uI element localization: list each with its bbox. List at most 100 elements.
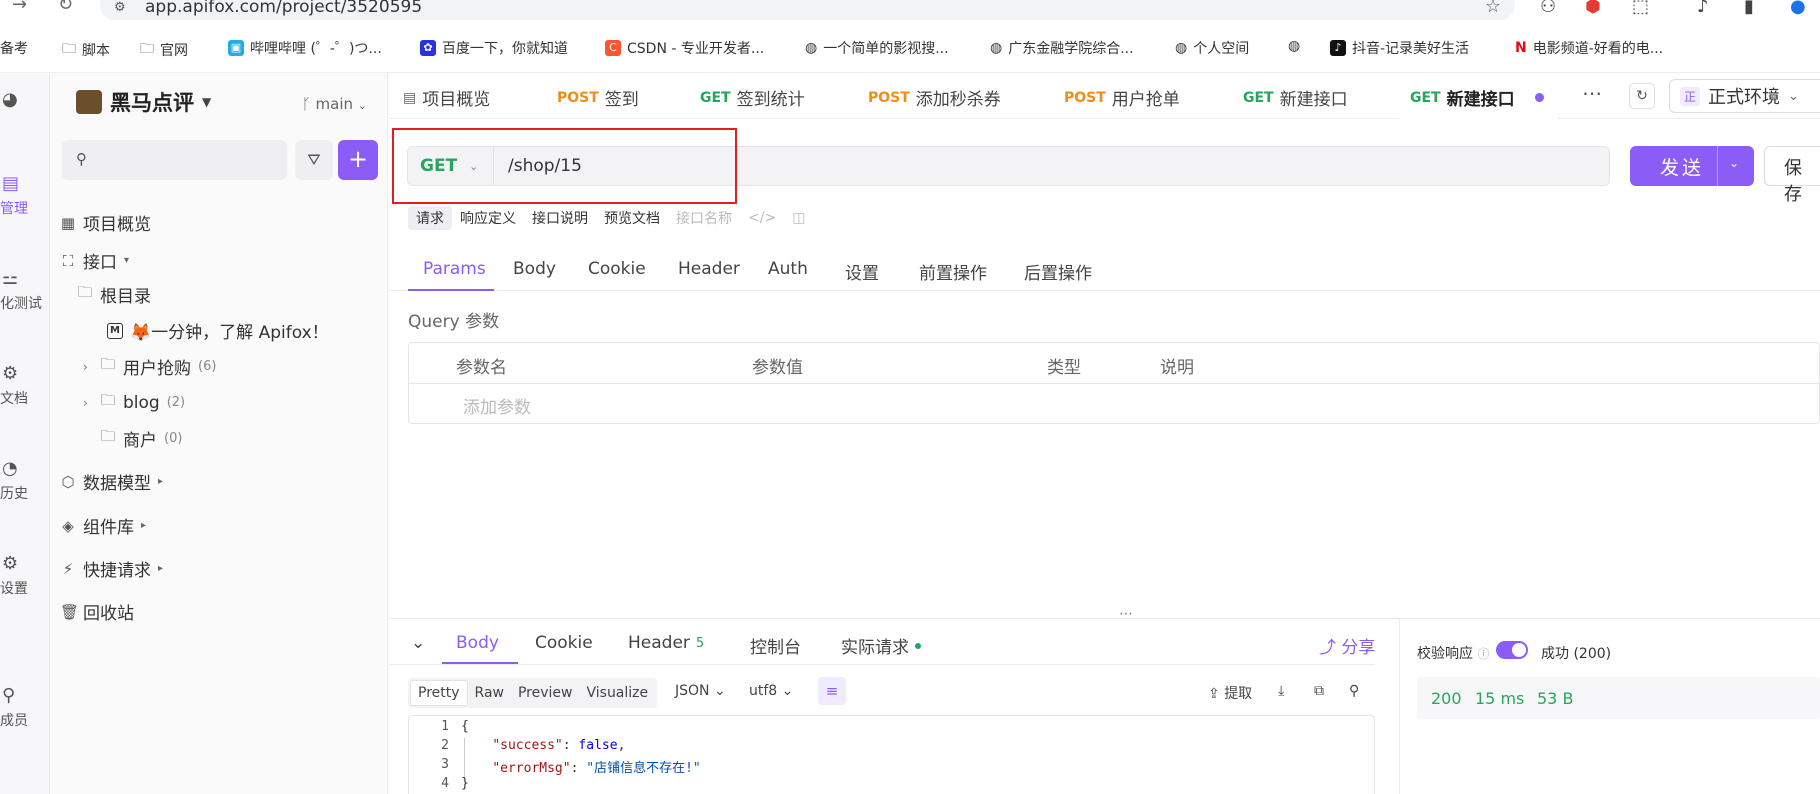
add-button[interactable]: + xyxy=(338,140,378,180)
resp-tab-body[interactable]: Body xyxy=(456,633,499,653)
bookmark-star-icon[interactable]: ☆ xyxy=(1485,0,1501,17)
tab-body[interactable]: Body xyxy=(513,259,556,279)
bookmark-item[interactable]: ◍ 个人空间 xyxy=(1175,38,1249,58)
tab-post-processors[interactable]: 后置操作 xyxy=(1024,259,1092,284)
bookmark-item[interactable]: C CSDN - 专业开发者... xyxy=(605,38,764,58)
reload-icon[interactable]: ↻ xyxy=(58,0,73,15)
site-info-icon[interactable]: ⚙ xyxy=(114,0,126,15)
tab-request[interactable]: POST 用户抢单 xyxy=(1064,85,1180,111)
help-icon[interactable]: ⓘ xyxy=(1477,647,1489,661)
encoding-select[interactable]: utf8 ⌄ xyxy=(749,683,793,699)
word-wrap-button[interactable]: ≡ xyxy=(818,677,846,705)
tree-folder-item[interactable]: › 🗀 用户抢购 (6) xyxy=(83,354,216,379)
tree-doc-item[interactable]: M 🦊一分钟，了解 Apifox！ xyxy=(107,318,329,343)
tab-request[interactable]: GET 签到统计 xyxy=(700,85,805,111)
sidebar-search-input[interactable]: ⚲ xyxy=(62,140,287,180)
project-switcher[interactable]: 黑马点评 ▼ xyxy=(76,87,211,117)
add-param-input[interactable]: 添加参数 xyxy=(463,393,531,418)
rail-item-members[interactable]: ⚲ 成员 xyxy=(0,685,50,730)
subtab-api-doc[interactable]: 接口说明 xyxy=(524,206,596,230)
extension-icon[interactable]: ⚇ xyxy=(1540,0,1556,17)
filter-button[interactable]: ⛛ xyxy=(295,140,333,180)
collapse-chevron-icon[interactable]: ⌄ xyxy=(411,633,425,653)
resp-tab-console[interactable]: 控制台 xyxy=(750,633,801,658)
line-number: 2 xyxy=(441,738,449,753)
subtab-preview-doc[interactable]: 预览文档 xyxy=(596,206,668,230)
save-button[interactable]: 保 存 xyxy=(1764,146,1820,205)
download-icon[interactable]: ⤓ xyxy=(1278,683,1284,699)
bookmark-item[interactable]: ◍ 广东金融学院综合... xyxy=(990,38,1134,58)
tab-request[interactable]: GET 新建接口 xyxy=(1243,85,1348,111)
resp-tab-actual-request[interactable]: 实际请求 xyxy=(841,633,921,658)
bookmark-item[interactable]: ♪ 抖音-记录美好生活 xyxy=(1330,38,1469,58)
extract-button[interactable]: ⇪ 提取 xyxy=(1208,683,1252,703)
tab-params[interactable]: Params xyxy=(423,259,486,279)
tab-overview[interactable]: ▤ 项目概览 xyxy=(403,85,490,111)
bookmark-item[interactable]: ◍ xyxy=(1288,38,1306,54)
rail-item-test[interactable]: ⚍ 化测试 xyxy=(0,268,50,313)
validation-toggle[interactable] xyxy=(1496,641,1528,659)
api-name-input[interactable]: 接口名称 xyxy=(668,206,740,230)
tab-auth[interactable]: Auth xyxy=(768,259,808,279)
tree-folder-item[interactable]: 🗀 商户 (0) xyxy=(100,426,182,451)
sidebar-item-apis[interactable]: ⛶ 接口 ▾ xyxy=(60,248,129,274)
chevron-down-icon[interactable]: ⌄ xyxy=(1729,156,1739,170)
format-type-select[interactable]: JSON ⌄ xyxy=(675,683,726,699)
extensions-puzzle-icon[interactable]: ⬚ xyxy=(1632,0,1649,17)
send-button[interactable]: 发送 ⌄ xyxy=(1630,146,1754,186)
branch-switcher[interactable]: ᚴ main ⌄ xyxy=(302,95,367,113)
profile-avatar-icon[interactable]: ● xyxy=(1790,0,1806,17)
folder-icon: 🗀 xyxy=(100,391,116,409)
tab-request-active[interactable]: GET 新建接口 xyxy=(1410,85,1544,110)
tab-request[interactable]: POST 添加秒杀券 xyxy=(868,85,1001,111)
bookmark-item[interactable]: ▣ 哔哩哔哩 (゜-゜)つ... xyxy=(228,38,382,58)
bookmark-item[interactable]: 备考 xyxy=(0,38,28,58)
response-body-viewer[interactable]: 1 { 2 "success": false, 3 "errorMsg": "店… xyxy=(408,715,1375,794)
rail-item-settings[interactable]: ⚙ 设置 xyxy=(0,553,50,598)
more-tabs-button[interactable]: ⋯ xyxy=(1582,81,1602,105)
tab-cookie[interactable]: Cookie xyxy=(588,259,646,279)
bookmark-item[interactable]: 🗀 官网 xyxy=(140,38,188,62)
resp-tab-cookie[interactable]: Cookie xyxy=(535,633,593,653)
format-pretty[interactable]: Pretty xyxy=(410,680,468,706)
format-visualize[interactable]: Visualize xyxy=(579,681,655,705)
code-icon[interactable]: </> xyxy=(740,208,784,228)
tree-folder-item[interactable]: › 🗀 blog (2) xyxy=(83,390,185,415)
bookmark-item[interactable]: ◍ 一个简单的影视搜... xyxy=(805,38,949,58)
bookmark-item[interactable]: ✿ 百度一下，你就知道 xyxy=(420,38,568,58)
rail-logo[interactable]: ◕ xyxy=(0,89,50,114)
rail-item-history[interactable]: ◔ 历史 xyxy=(0,458,50,503)
bookmark-item[interactable]: 🗀 脚本 xyxy=(62,38,110,62)
sidebar-item-quick-requests[interactable]: ⚡ 快捷请求 ▸ xyxy=(60,556,163,582)
forward-icon[interactable]: → xyxy=(12,0,27,15)
sidebar-item-data-models[interactable]: ⬡ 数据模型 ▸ xyxy=(60,469,163,495)
rail-item-docs[interactable]: ⚙ 文档 xyxy=(0,363,50,408)
copy-icon[interactable]: ⧉ xyxy=(1314,683,1324,699)
side-panel-icon[interactable]: ▮ xyxy=(1744,0,1754,17)
tab-pre-processors[interactable]: 前置操作 xyxy=(919,259,987,284)
share-button[interactable]: ⤴ 分享 xyxy=(1319,633,1375,658)
url-field[interactable]: ⚙ app.apifox.com/project/3520595 ☆ xyxy=(100,0,1515,20)
validation-result[interactable]: 成功 (200) xyxy=(1541,643,1611,663)
tab-request[interactable]: POST 签到 xyxy=(557,85,639,111)
subtab-request[interactable]: 请求 xyxy=(408,206,452,230)
subtab-response-def[interactable]: 响应定义 xyxy=(452,206,524,230)
tree-root-folder[interactable]: 🗀 根目录 xyxy=(77,282,151,307)
sidebar-item-recycle-bin[interactable]: 🗑 回收站 xyxy=(60,599,134,625)
refresh-button[interactable]: ↻ xyxy=(1629,83,1655,109)
extension-shield-icon[interactable]: ⬢ xyxy=(1585,0,1601,17)
resp-tab-header[interactable]: Header 5 xyxy=(628,633,704,653)
environment-select[interactable]: 正 正式环境 ⌄ xyxy=(1669,79,1820,113)
tab-header[interactable]: Header xyxy=(678,259,740,279)
split-view-icon[interactable]: ◫ xyxy=(784,208,813,228)
bookmark-label: 电影频道-好看的电... xyxy=(1532,41,1664,57)
tab-settings[interactable]: 设置 xyxy=(845,259,879,284)
format-preview[interactable]: Preview xyxy=(511,681,580,705)
sidebar-item-overview[interactable]: ▦ 项目概览 xyxy=(60,210,151,236)
format-raw[interactable]: Raw xyxy=(468,681,511,705)
rail-item-manage[interactable]: ▤ 管理 xyxy=(0,173,50,218)
bookmark-item[interactable]: N 电影频道-好看的电... xyxy=(1515,38,1663,58)
search-icon[interactable]: ⚲ xyxy=(1349,683,1359,699)
media-control-icon[interactable]: ♪ xyxy=(1697,0,1709,17)
sidebar-item-components[interactable]: ◈ 组件库 ▸ xyxy=(60,513,146,539)
